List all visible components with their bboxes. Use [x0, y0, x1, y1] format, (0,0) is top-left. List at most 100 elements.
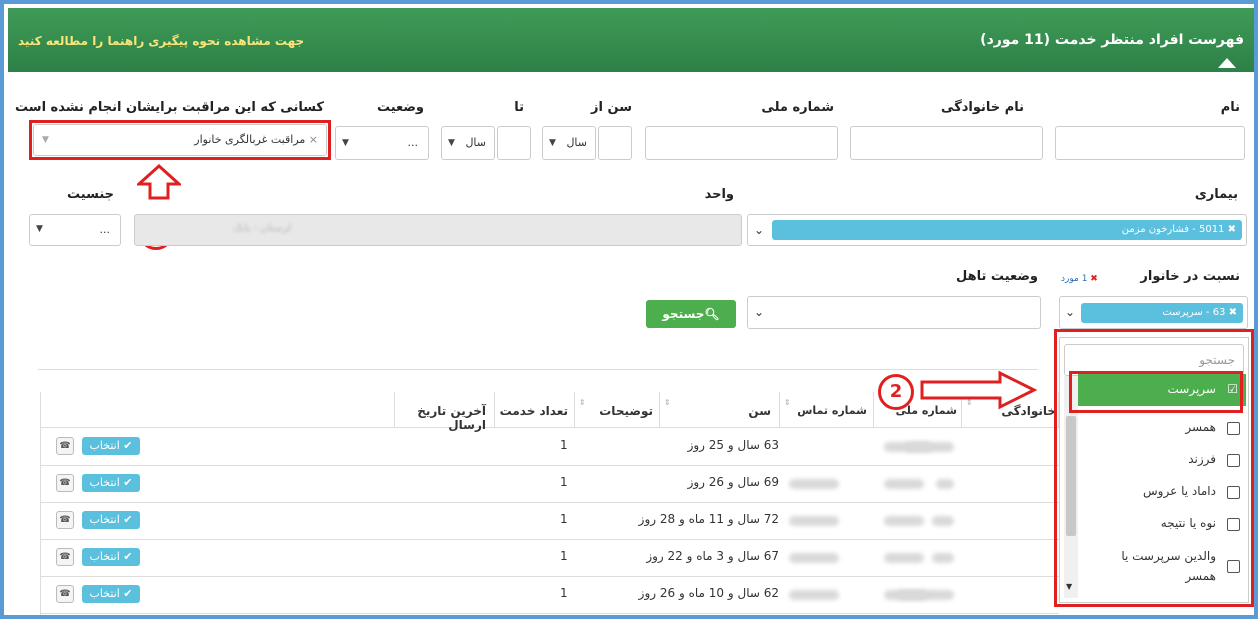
- search-button[interactable]: 🔍︎جستجو: [646, 300, 736, 328]
- sort-icon: ⇕: [579, 398, 586, 407]
- redacted-text: [936, 479, 954, 489]
- select-button-label: انتخاب: [89, 550, 120, 563]
- divider: [38, 369, 1038, 370]
- select-button-label: انتخاب: [89, 513, 120, 526]
- check-circle-icon: ✔: [123, 439, 133, 452]
- age-to-label: تا: [514, 100, 524, 115]
- family-label: نام خانوادگی: [941, 100, 1024, 115]
- select-button[interactable]: ✔ انتخاب: [82, 511, 140, 529]
- chevron-down-icon: ⌄: [754, 305, 765, 319]
- age-from-input[interactable]: [598, 126, 632, 160]
- disease-label: بیماری: [1194, 187, 1238, 202]
- column-header-last-date[interactable]: آخرین تاریخ ارسال: [395, 392, 495, 432]
- disease-tag: ✖ 5011 - فشارخون مزمن: [772, 220, 1242, 240]
- redacted-text: [884, 442, 932, 452]
- age-from-unit-select[interactable]: ▼ سال: [542, 126, 596, 160]
- redacted-text: [789, 553, 839, 563]
- redacted-text: [932, 553, 954, 563]
- select-button-label: انتخاب: [89, 476, 120, 489]
- help-link[interactable]: جهت مشاهده نحوه پیگیری راهنما را مطالعه …: [18, 34, 304, 48]
- annotation-marker-2: 2: [878, 374, 914, 410]
- gender-select[interactable]: ▼ ...: [29, 214, 121, 246]
- check-circle-icon: ✔: [123, 550, 133, 563]
- remove-icon: ✖: [1227, 224, 1236, 235]
- name-label: نام: [1220, 100, 1240, 115]
- national-id-label: شماره ملی: [761, 100, 834, 115]
- column-header-notes[interactable]: توضیحات ⇕: [575, 392, 660, 428]
- age-cell: 62 سال و 10 ماه و 26 روز: [638, 586, 779, 600]
- relation-label: نسبت در خانوار: [1140, 269, 1240, 284]
- table-row: 69 سال و 26 روز 1 ✔ انتخاب ☎: [40, 465, 1059, 503]
- phone-button[interactable]: ☎: [56, 474, 74, 492]
- redacted-text: [789, 590, 839, 600]
- remove-icon: ✖: [1228, 307, 1237, 318]
- select-button[interactable]: ✔ انتخاب: [82, 585, 140, 603]
- service-count-cell: 1: [560, 475, 568, 489]
- check-circle-icon: ✔: [123, 587, 133, 600]
- relation-select[interactable]: ⌄ ✖ 63 - سرپرست: [1059, 296, 1248, 329]
- age-to-unit-select[interactable]: ▼ سال: [441, 126, 495, 160]
- phone-button[interactable]: ☎: [56, 585, 74, 603]
- column-header-phone[interactable]: شماره تماس ⇕: [780, 392, 874, 428]
- chevron-down-icon: ⌄: [1065, 305, 1076, 319]
- redacted-text: [884, 516, 924, 526]
- redacted-text: [789, 479, 839, 489]
- national-id-input[interactable]: [645, 126, 838, 160]
- arrow-up-icon: [137, 164, 181, 200]
- table-row: 72 سال و 11 ماه و 28 روز 1 ✔ انتخاب ☎: [40, 502, 1059, 540]
- age-cell: 63 سال و 25 روز: [687, 438, 779, 452]
- page-frame: فهرست افراد منتظر خدمت (11 مورد) جهت مشا…: [0, 0, 1258, 619]
- age-cell: 67 سال و 3 ماه و 22 روز: [646, 549, 779, 563]
- redacted-text: [884, 590, 928, 600]
- status-select[interactable]: ▼ ...: [335, 126, 429, 160]
- redacted-text: [932, 516, 954, 526]
- phone-button[interactable]: ☎: [56, 511, 74, 529]
- search-button-label: جستجو: [662, 307, 705, 321]
- table-row: 62 سال و 10 ماه و 26 روز 1 ✔ انتخاب ☎: [40, 576, 1059, 614]
- service-count-cell: 1: [560, 549, 568, 563]
- search-icon: 🔍︎: [704, 307, 720, 321]
- age-to-unit: سال: [465, 136, 486, 149]
- column-header-actions: [40, 392, 395, 428]
- chevron-down-icon: ▼: [549, 138, 556, 148]
- relation-count-label: 1 مورد: [1061, 274, 1088, 284]
- column-header-service-count[interactable]: تعداد خدمت: [495, 392, 575, 428]
- select-button[interactable]: ✔ انتخاب: [82, 437, 140, 455]
- sort-icon: ⇕: [784, 398, 791, 407]
- age-cell: 69 سال و 26 روز: [687, 475, 779, 489]
- name-input[interactable]: [1055, 126, 1245, 160]
- phone-icon: ☎: [59, 478, 71, 488]
- phone-button[interactable]: ☎: [56, 548, 74, 566]
- age-to-input[interactable]: [497, 126, 531, 160]
- sort-icon: ⇕: [664, 398, 671, 407]
- select-button[interactable]: ✔ انتخاب: [82, 474, 140, 492]
- care-label: کسانی که این مراقبت برایشان انجام نشده ا…: [15, 100, 324, 115]
- unit-select[interactable]: لرستان - بانک: [134, 214, 742, 246]
- column-header-age[interactable]: سن ⇕: [660, 392, 780, 428]
- age-from-label: سن از: [591, 100, 632, 115]
- relation-count-badge: ✖ 1 مورد: [1061, 274, 1098, 284]
- disease-select[interactable]: ⌄ ✖ 5011 - فشارخون مزمن: [747, 214, 1247, 246]
- family-input[interactable]: [850, 126, 1043, 160]
- marital-label: وضعیت تاهل: [956, 269, 1038, 284]
- marital-select[interactable]: ⌄: [747, 296, 1041, 329]
- select-button-label: انتخاب: [89, 439, 120, 452]
- annotation-highlight-1: [29, 120, 331, 160]
- status-label: وضعیت: [376, 100, 424, 115]
- panel-title: فهرست افراد منتظر خدمت (11 مورد): [980, 32, 1244, 48]
- phone-icon: ☎: [59, 441, 71, 451]
- panel-header: فهرست افراد منتظر خدمت (11 مورد) جهت مشا…: [8, 8, 1254, 72]
- relation-tag: ✖ 63 - سرپرست: [1081, 303, 1243, 323]
- phone-button[interactable]: ☎: [56, 437, 74, 455]
- arrow-right-icon: [920, 370, 1038, 410]
- service-count-cell: 1: [560, 586, 568, 600]
- gender-label: جنسیت: [67, 187, 114, 202]
- header-notch: [1218, 58, 1236, 68]
- status-value: ...: [407, 136, 419, 149]
- check-circle-icon: ✔: [123, 513, 133, 526]
- service-count-cell: 1: [560, 438, 568, 452]
- select-button[interactable]: ✔ انتخاب: [82, 548, 140, 566]
- relation-tag-label: 63 - سرپرست: [1162, 307, 1226, 318]
- redacted-text: [884, 553, 924, 563]
- select-button-label: انتخاب: [89, 587, 120, 600]
